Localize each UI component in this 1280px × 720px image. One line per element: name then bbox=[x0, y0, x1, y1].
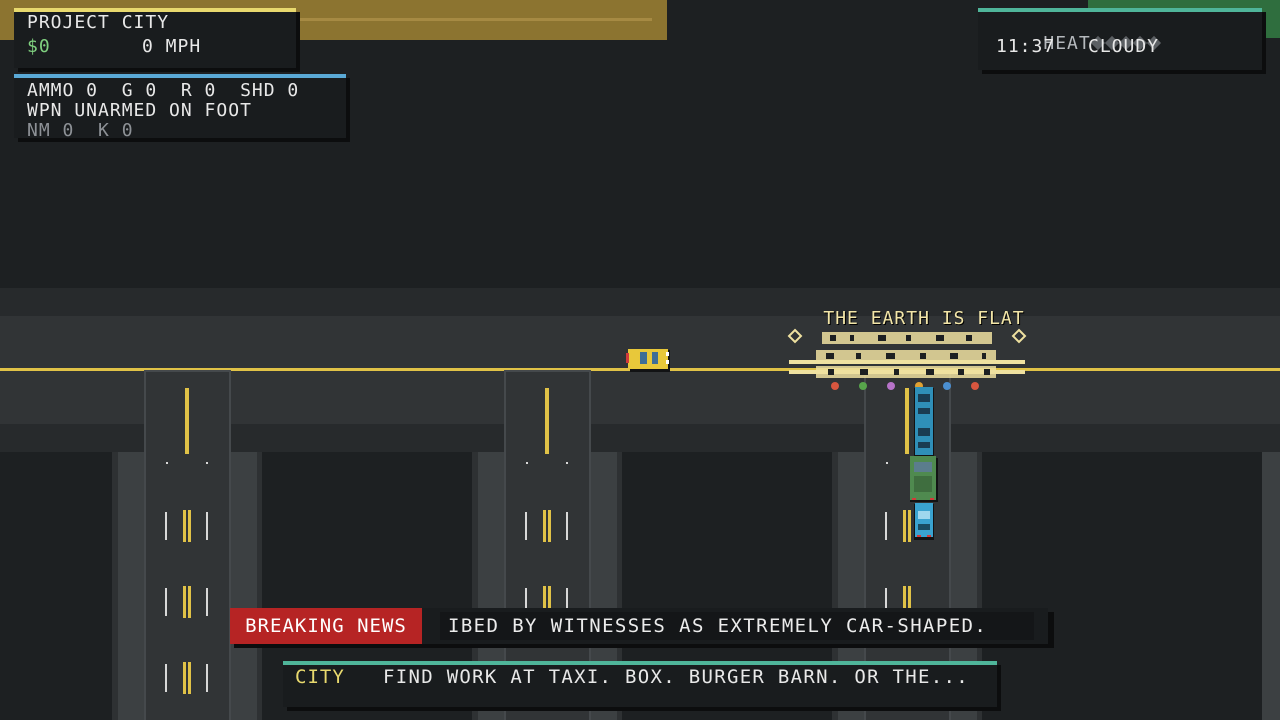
weapon-line: WPN UNARMED ON FOOT bbox=[27, 100, 252, 121]
hud-main-panel: PROJECT CITY $0 0 MPH bbox=[14, 8, 296, 68]
clock-display: 11:37 bbox=[996, 36, 1056, 57]
weapon-panel: AMMO 0 G 0 R 0 SHD 0 WPN UNARMED ON FOOT… bbox=[14, 74, 346, 141]
traffic-car-blue bbox=[914, 387, 934, 422]
status-panel: HEAT 11:37 CLOUDY bbox=[978, 8, 1262, 70]
traffic-van-green bbox=[910, 456, 938, 502]
weapon-accent-bar bbox=[14, 74, 346, 78]
speed-display: 0 MPH bbox=[142, 36, 202, 57]
breaking-news-label: BREAKING NEWS bbox=[230, 608, 422, 644]
hint-accent-bar bbox=[283, 661, 997, 665]
news-ticker-text: IBED BY WITNESSES AS EXTREMELY CAR-SHAPE… bbox=[440, 612, 1034, 640]
ammo-line: AMMO 0 G 0 R 0 SHD 0 bbox=[27, 80, 300, 101]
hint-label: CITY bbox=[295, 666, 345, 688]
hint-text: FIND WORK AT TAXI. BOX. BURGER BARN. OR … bbox=[383, 666, 969, 688]
protest-crowd bbox=[787, 328, 1027, 390]
news-ticker: BREAKING NEWS IBED BY WITNESSES AS EXTRE… bbox=[230, 608, 1048, 644]
stats-line: NM 0 K 0 bbox=[27, 120, 134, 141]
hint-panel: CITY FIND WORK AT TAXI. BOX. BURGER BARN… bbox=[283, 661, 997, 707]
player-car bbox=[626, 349, 670, 372]
status-accent-bar bbox=[978, 8, 1262, 12]
weather-display: CLOUDY bbox=[1088, 36, 1160, 57]
money-display: $0 bbox=[27, 36, 51, 57]
traffic-car-blue-2 bbox=[914, 421, 934, 456]
protest-banner: THE EARTH IS FLAT bbox=[823, 308, 1025, 329]
game-title: PROJECT CITY bbox=[27, 12, 170, 33]
traffic-car-cyan bbox=[914, 503, 934, 540]
